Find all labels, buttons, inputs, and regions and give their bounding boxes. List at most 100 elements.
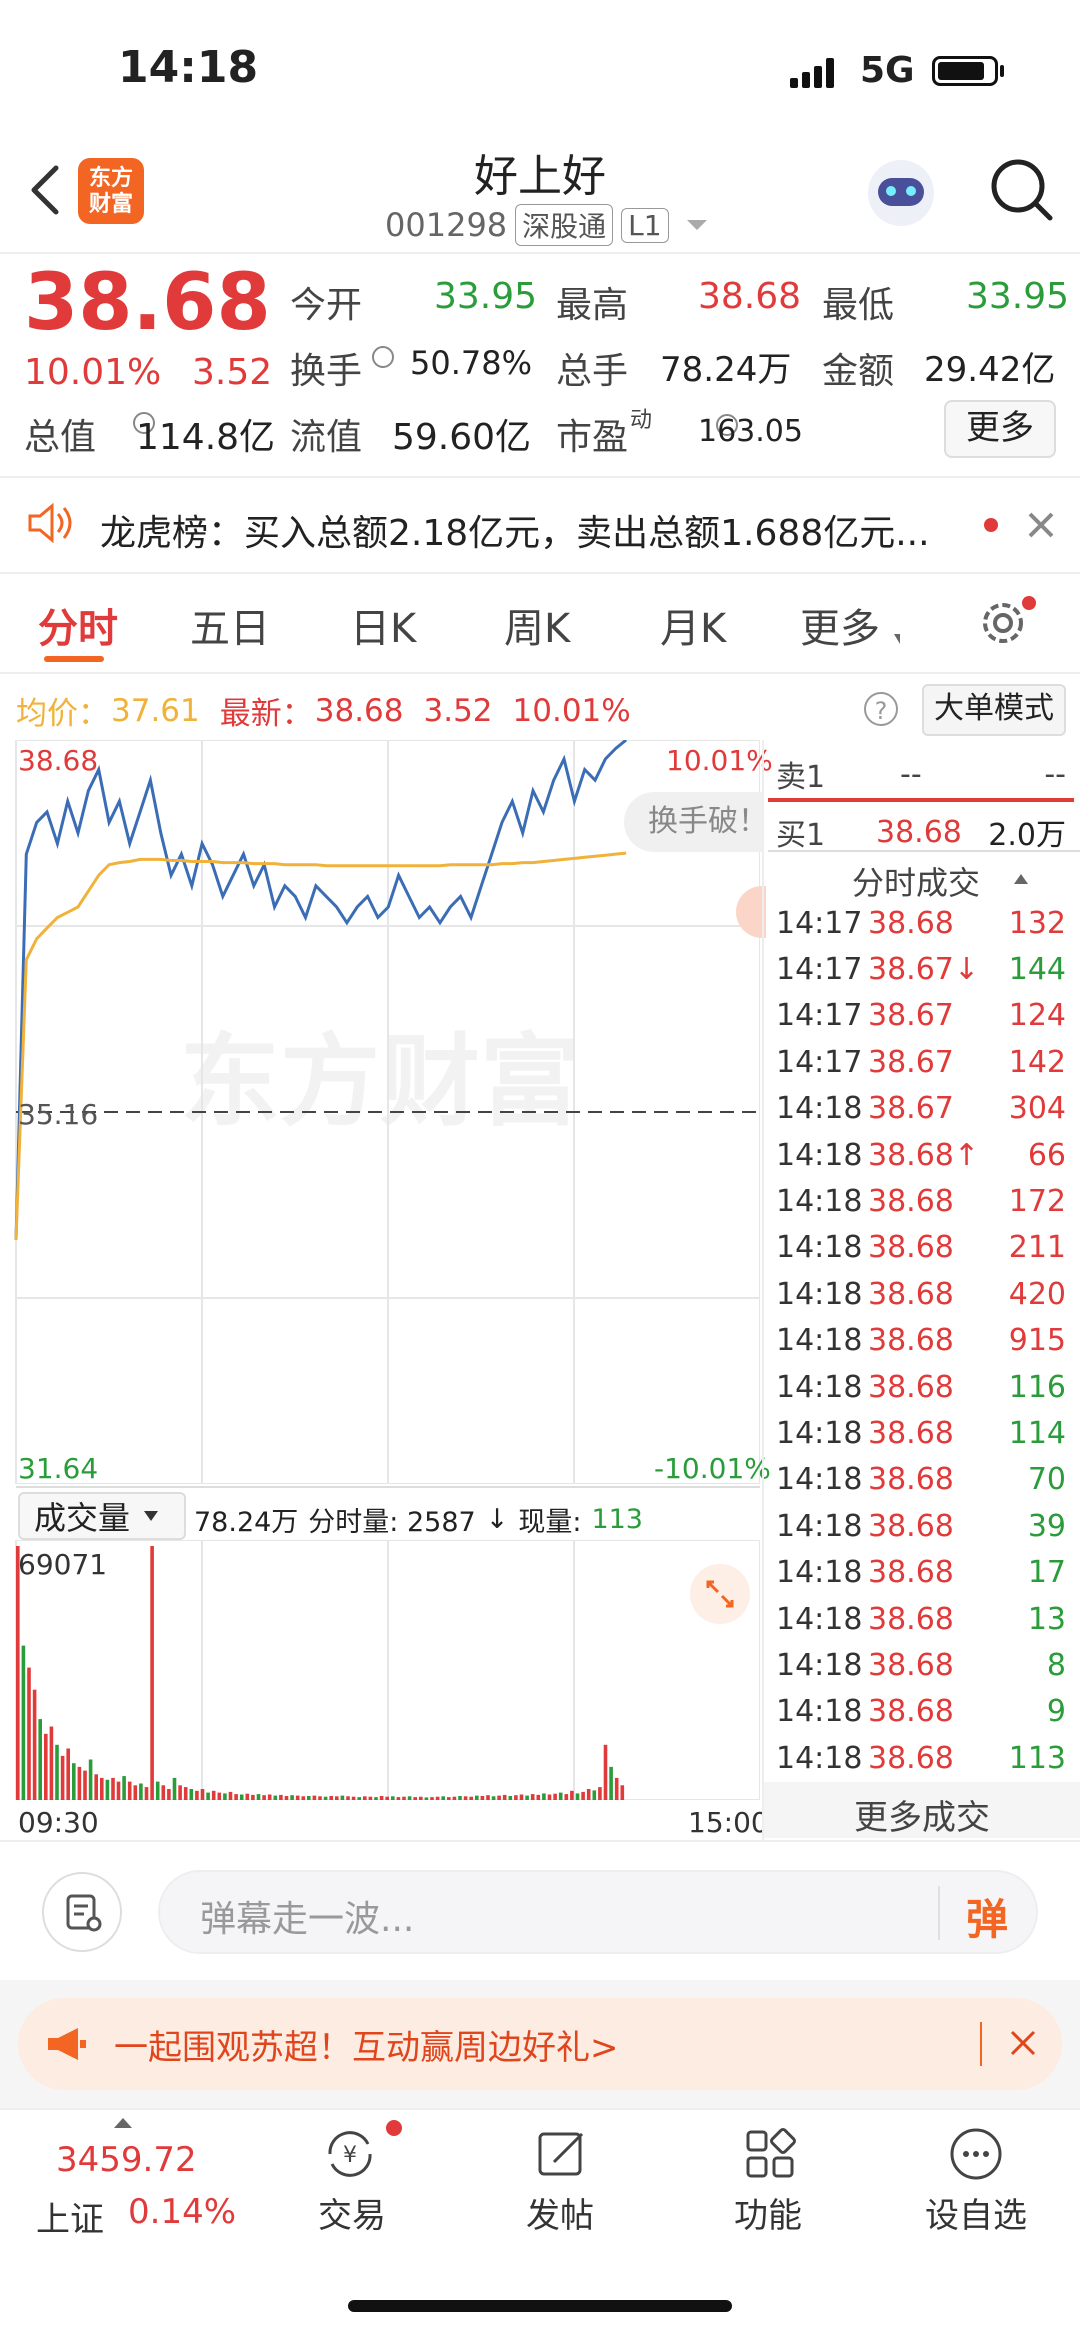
- volume-bar: [195, 1790, 199, 1800]
- volume-bar: [77, 1766, 82, 1800]
- chevron-down-icon[interactable]: [686, 220, 707, 230]
- trade-icon[interactable]: ¥: [320, 2124, 380, 2184]
- volume-bar: [290, 1795, 294, 1800]
- latest-change: 3.52: [423, 692, 493, 729]
- function-grid-icon[interactable]: [740, 2124, 800, 2184]
- trade-price: 38.68: [868, 1323, 954, 1359]
- tab-daily-k[interactable]: 日K: [350, 596, 416, 654]
- tag-shenzhen-connect: 深股通: [515, 204, 614, 246]
- watermark-text: 东方财富: [180, 1023, 580, 1140]
- volume-bar: [497, 1795, 501, 1800]
- buy1-volume: 2.0万: [988, 818, 1066, 853]
- trade-row: 14:18 38.68 116: [776, 1364, 1076, 1410]
- volume-bar: [469, 1796, 473, 1800]
- volume-dropdown-label: 成交量: [34, 1499, 131, 1537]
- price-chart[interactable]: 东方财富: [0, 740, 760, 1484]
- trade-volume: 211: [1008, 1230, 1066, 1266]
- volume-bar: [66, 1748, 70, 1800]
- y-label-mid: 35.16: [18, 1098, 99, 1131]
- volume-bar: [211, 1790, 216, 1800]
- mktcap-value: 114.8亿: [136, 417, 276, 458]
- nav-add-watchlist[interactable]: 设自选: [896, 2188, 1056, 2237]
- notice-text[interactable]: 龙虎榜：买入总额2.18亿元，卖出总额1.688亿元...: [100, 504, 950, 556]
- help-icon[interactable]: ?: [864, 692, 898, 726]
- low-label: 最低: [822, 285, 895, 326]
- volume-bar: [441, 1796, 445, 1800]
- more-dots-icon[interactable]: [946, 2124, 1006, 2184]
- volume-now-label: 现量:: [518, 1507, 582, 1538]
- volume-bar: [183, 1787, 188, 1800]
- nav-function[interactable]: 功能: [688, 2188, 848, 2237]
- volume-bar: [553, 1793, 557, 1800]
- volume-bar: [111, 1777, 115, 1800]
- tab-weekly-k[interactable]: 周K: [504, 596, 570, 654]
- post-icon[interactable]: [532, 2124, 592, 2184]
- trades-title: 分时成交: [852, 864, 981, 902]
- volume-bar: [133, 1785, 138, 1800]
- status-time: 14:18: [118, 42, 259, 93]
- tab-monthly-k[interactable]: 月K: [660, 596, 726, 654]
- more-button[interactable]: 更多: [944, 400, 1056, 458]
- promo-banner[interactable]: 一起围观苏超！互动赢周边好礼>: [18, 1998, 1062, 2090]
- danmaku-send-button[interactable]: 弹: [966, 1886, 1008, 1947]
- expand-icon[interactable]: [690, 1564, 750, 1624]
- trade-price: 38.68: [868, 905, 954, 941]
- caret-up-icon: [114, 2118, 132, 2128]
- volume-bar: [357, 1797, 361, 1800]
- tab-active-indicator: [44, 656, 104, 662]
- volume-bar: [295, 1795, 300, 1800]
- trade-row: 14:18 38.68 8: [776, 1642, 1076, 1688]
- volume-total: 78.24万: [194, 1507, 299, 1538]
- trade-time: 14:18: [776, 1601, 863, 1637]
- info-icon[interactable]: [372, 346, 394, 368]
- volume-dropdown[interactable]: 成交量: [18, 1492, 186, 1540]
- volume-bar: [368, 1796, 373, 1800]
- volume-bar: [239, 1794, 244, 1800]
- trade-row: 14:17 38.67↓ 144: [776, 946, 1076, 992]
- search-icon[interactable]: [988, 156, 1058, 226]
- nav-trade[interactable]: 交易: [272, 2188, 432, 2237]
- volume-chart[interactable]: [0, 1540, 760, 1800]
- trade-price: 38.68: [868, 1601, 954, 1637]
- more-trades-button[interactable]: 更多成交: [764, 1790, 1080, 1839]
- trade-volume: 142: [1008, 1044, 1066, 1080]
- trade-time: 14:18: [776, 1508, 863, 1544]
- tab-five-day[interactable]: 五日: [190, 596, 270, 654]
- big-order-mode-button[interactable]: 大单模式: [922, 684, 1066, 736]
- trade-volume: 124: [1008, 998, 1066, 1034]
- sell1-row: 卖1 -- --: [776, 752, 1076, 796]
- trade-price: 38.68: [868, 1694, 954, 1730]
- danmaku-settings-icon[interactable]: [42, 1872, 122, 1952]
- volume-bar: [346, 1796, 350, 1800]
- danmaku-input[interactable]: 弹幕走一波... 弹: [158, 1870, 1038, 1954]
- volume-fen: 分时量: 2587: [308, 1507, 476, 1538]
- trade-time: 14:18: [776, 1694, 863, 1730]
- volume-bar: [88, 1759, 93, 1800]
- close-icon[interactable]: [1024, 508, 1058, 542]
- volume-bar: [217, 1792, 222, 1800]
- change-percent: 10.01%: [24, 352, 162, 393]
- buy1-price: 38.68: [876, 814, 962, 850]
- volume-bar: [620, 1785, 625, 1800]
- volume-bar: [21, 1645, 26, 1800]
- trade-row: 14:18 38.68 114: [776, 1410, 1076, 1456]
- robot-assistant-icon[interactable]: [868, 160, 934, 226]
- stock-code-row: 001298 深股通 L1: [385, 204, 707, 246]
- svg-text:¥: ¥: [343, 2143, 357, 2168]
- tab-more[interactable]: 更多: [800, 596, 880, 654]
- index-value[interactable]: 3459.72: [56, 2140, 197, 2180]
- trade-volume: 66: [1027, 1137, 1066, 1173]
- trade-volume: 8: [1046, 1647, 1066, 1683]
- volume-info: 78.24万 分时量: 2587 ↓ 现量: 113: [194, 1500, 643, 1539]
- close-icon[interactable]: [1008, 2028, 1038, 2058]
- volume-bar: [105, 1779, 110, 1800]
- nav-post[interactable]: 发帖: [480, 2188, 640, 2237]
- index-pct[interactable]: 0.14%: [128, 2192, 236, 2232]
- volume-bar: [609, 1766, 613, 1800]
- index-name[interactable]: 上证: [36, 2192, 104, 2241]
- volume-bar: [430, 1797, 434, 1800]
- trade-dot: [386, 2120, 402, 2136]
- volume-bar: [16, 1546, 20, 1800]
- tab-intraday[interactable]: 分时: [38, 596, 118, 654]
- turnover-break-badge[interactable]: 换手破！: [624, 792, 764, 852]
